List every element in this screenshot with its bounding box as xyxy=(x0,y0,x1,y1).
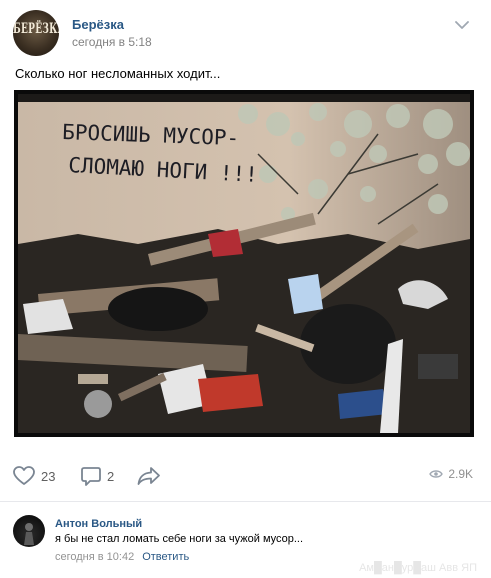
commenter-avatar[interactable] xyxy=(13,515,45,547)
post-actions: 23 2 2.9K xyxy=(13,463,479,489)
like-button[interactable]: 23 xyxy=(13,463,55,489)
community-avatar[interactable]: БЕРЁЗКА xyxy=(13,10,59,56)
avatar-label: БЕРЁЗКА xyxy=(13,22,59,38)
watermark: Ам█ан█ур█аш Авв ЯП xyxy=(359,562,477,574)
comment-text: я бы не стал ломать себе ноги за чужой м… xyxy=(55,533,304,545)
comment-button[interactable]: 2 xyxy=(81,463,114,489)
post-text: Сколько ног несломанных ходит... xyxy=(15,66,221,81)
share-button[interactable] xyxy=(137,463,161,489)
divider xyxy=(0,501,491,502)
share-icon xyxy=(137,467,160,485)
comment-time[interactable]: сегодня в 10:42 xyxy=(55,551,134,563)
photo-image: БРОСИШЬ МУСОР- СЛОМАЮ НОГИ !!! xyxy=(18,94,470,433)
post-time[interactable]: сегодня в 5:18 xyxy=(72,35,152,49)
chevron-down-icon[interactable] xyxy=(455,20,469,30)
like-count: 23 xyxy=(41,468,56,484)
comment-count: 2 xyxy=(107,468,115,484)
comment-icon xyxy=(81,467,101,486)
post-header: БЕРЁЗКА Берёзка сегодня в 5:18 xyxy=(13,10,479,56)
eye-icon xyxy=(429,470,444,478)
post-author[interactable]: Берёзка xyxy=(72,17,124,32)
reply-button[interactable]: Ответить xyxy=(142,551,189,563)
commenter-name[interactable]: Антон Вольный xyxy=(55,518,142,530)
heart-icon xyxy=(13,466,35,485)
comment-meta: сегодня в 10:42 Ответить xyxy=(55,551,189,563)
post-photo[interactable]: БРОСИШЬ МУСОР- СЛОМАЮ НОГИ !!! xyxy=(14,90,474,437)
views-count: 2.9K xyxy=(448,467,473,481)
views-counter: 2.9K xyxy=(429,467,473,481)
